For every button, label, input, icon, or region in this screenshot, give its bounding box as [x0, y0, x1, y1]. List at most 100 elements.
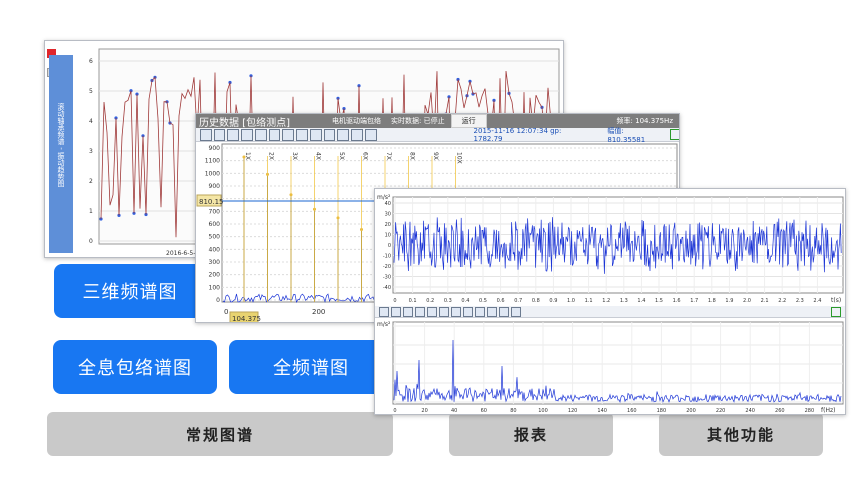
env-y-tick: 600 [209, 221, 221, 228]
wave-x-tick: 1.7 [690, 298, 698, 304]
wave-y-tick: -30 [383, 275, 391, 281]
wave-x-tick: 0.5 [479, 298, 487, 304]
wave-x-tick: 2.4 [813, 298, 821, 304]
wave-x-tick: 0.9 [549, 298, 557, 304]
spec-x-tick: 0 [393, 408, 396, 414]
harmonic-label: 1X [244, 152, 251, 160]
pointer-icon[interactable] [200, 128, 212, 141]
envelope-status: 实时数据: 已停止 [390, 117, 445, 125]
waveform-toolbar [375, 306, 845, 318]
freq-readout: 频率: 104.375Hz [616, 117, 673, 125]
trend-y-tick: 5 [89, 88, 93, 95]
wave-x-tick: 2.1 [761, 298, 769, 304]
settings-icon[interactable] [323, 128, 336, 141]
harmonic-icon[interactable] [451, 306, 461, 317]
other-functions-button[interactable]: 其他功能 [659, 412, 823, 456]
cursor-icon[interactable] [439, 306, 449, 317]
harmonic-label: 9X [432, 152, 439, 160]
regular-charts-button[interactable]: 常规图谱 [47, 412, 393, 456]
harmonic-icon[interactable] [282, 128, 295, 141]
full-spectrum-button[interactable]: 全频谱图 [229, 340, 393, 394]
trend-y-tick: 0 [89, 238, 93, 245]
wave-x-tick: 0.8 [532, 298, 540, 304]
trend-y-tick: 4 [89, 118, 93, 125]
wave-y-tick: 40 [385, 201, 391, 207]
zoom-icon[interactable] [213, 128, 226, 141]
settings-icon[interactable] [487, 306, 497, 317]
wave-y-tick: -20 [383, 264, 391, 270]
spec-x-tick: 240 [745, 408, 755, 414]
band-icon[interactable] [463, 306, 473, 317]
envelope-subtitle: 电机驱动端包络 [331, 117, 381, 125]
env-y-tick: 400 [209, 246, 221, 253]
wave-y-tick: -10 [383, 254, 391, 260]
wave-y-tick: 10 [385, 233, 391, 239]
redo-icon[interactable] [351, 128, 363, 141]
spectrum-chart: m/s² 0 20 40 60 80 100 120 140 160 180 200 220 240 26… [377, 321, 844, 414]
trend-y-tick: 3 [89, 148, 93, 155]
spec-x-tick: 20 [421, 408, 427, 414]
harmonic-label: 10X [456, 152, 463, 164]
undo-icon[interactable] [337, 128, 350, 141]
spec-x-tick: 140 [597, 408, 607, 414]
redo-icon[interactable] [511, 306, 521, 317]
grid-icon[interactable] [254, 128, 267, 141]
trend-sidebar-text: 滚动轴承频谱 - 振动趋势图 [57, 103, 65, 187]
print-icon[interactable] [227, 128, 240, 141]
trend-y-tick: 6 [89, 58, 93, 65]
wave-x-tick: 0.2 [426, 298, 434, 304]
save-icon[interactable] [241, 128, 253, 141]
spectrum-plot-frame [392, 321, 844, 405]
wave-x-tick: 1.2 [602, 298, 610, 304]
export-icon[interactable] [309, 128, 322, 141]
print-icon[interactable] [403, 306, 413, 317]
harmonic-label: 6X [362, 152, 369, 160]
spectrum-unit: m/s² [377, 321, 391, 328]
env-y-tick: 200 [209, 272, 221, 279]
help-icon[interactable] [364, 128, 377, 141]
env-y-tick: 100 [209, 284, 221, 291]
wave-x-tick: 0.1 [409, 298, 417, 304]
wave-y-tick: -40 [383, 285, 391, 291]
trend-sidebar: 滚动轴承频谱 - 振动趋势图 [49, 55, 73, 253]
harmonic-label: 2X [268, 152, 275, 160]
wave-y-tick: 30 [385, 212, 391, 218]
waveform-unit: m/s² [377, 194, 391, 201]
envelope-toolbar: 2015-11-16 12:07:34 gp: 1782.79 幅值: 810.… [196, 126, 679, 144]
holo-envelope-button[interactable]: 全息包络谱图 [53, 340, 217, 394]
grid-icon[interactable] [427, 306, 437, 317]
trend-y-tick: 1 [89, 208, 93, 215]
export-icon[interactable] [475, 306, 485, 317]
cursor-icon[interactable] [268, 128, 281, 141]
timestamp-readout: 2015-11-16 12:07:34 gp: 1782.79 [473, 126, 562, 143]
3d-spectrum-button[interactable]: 三维频谱图 [54, 264, 206, 318]
trend-window-controls [47, 43, 69, 77]
env-y-tick: 300 [209, 259, 221, 266]
spectrum-x-unit: f(Hz) [821, 407, 835, 414]
waveform-window: m/s² 40 30 20 10 0 -10 -20 -30 -40 0 0.1 0.2 0.3 0.4… [374, 188, 846, 415]
expand-icon[interactable] [670, 129, 679, 140]
pointer-icon[interactable] [379, 306, 389, 317]
spec-x-tick: 100 [538, 408, 548, 414]
amplitude-readout: 幅值: 810.35581 [607, 126, 646, 144]
spec-x-tick: 180 [657, 408, 667, 414]
wave-x-tick: 1.4 [637, 298, 645, 304]
harmonic-label: 8X [409, 152, 416, 160]
zoom-icon[interactable] [391, 306, 401, 317]
undo-icon[interactable] [499, 306, 509, 317]
band-icon[interactable] [296, 128, 308, 141]
wave-x-tick: 1.1 [585, 298, 593, 304]
wave-y-tick: 20 [385, 222, 391, 228]
expand-icon[interactable] [831, 306, 841, 317]
waveform-chart: m/s² 40 30 20 10 0 -10 -20 -30 -40 0 0.1 0.2 0.3 0.4… [377, 194, 844, 304]
wave-x-tick: 0.3 [444, 298, 452, 304]
wave-x-tick: 0.4 [461, 298, 469, 304]
save-icon[interactable] [415, 306, 425, 317]
harmonic-label: 4X [315, 152, 322, 160]
spec-x-tick: 40 [451, 408, 457, 414]
report-button[interactable]: 报表 [449, 412, 613, 456]
spec-x-tick: 60 [481, 408, 487, 414]
wave-x-tick: 1.5 [655, 298, 663, 304]
env-y-tick: 900 [209, 145, 221, 152]
env-x-tick: 200 [312, 308, 325, 316]
